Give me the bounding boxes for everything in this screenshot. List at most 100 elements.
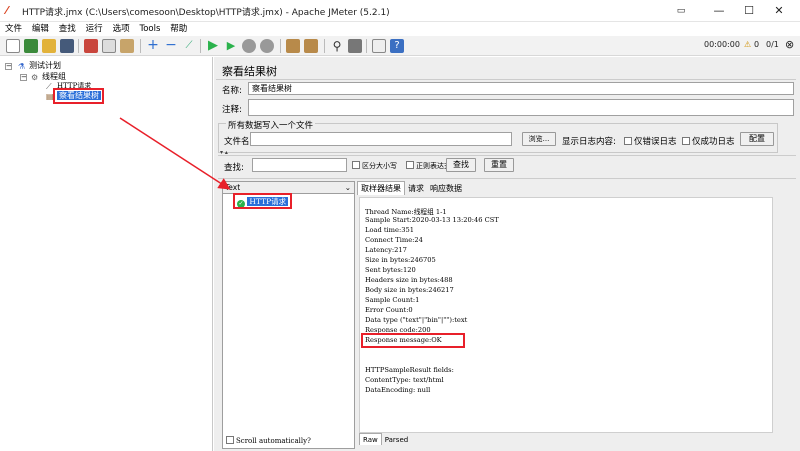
minimize-button[interactable]: — xyxy=(708,3,730,19)
start-no-pause-icon[interactable]: ▶ xyxy=(224,39,238,53)
configure-button[interactable]: 配置 xyxy=(740,132,774,146)
collapse-root-toggle[interactable]: − xyxy=(5,63,12,70)
cut-icon[interactable] xyxy=(84,39,98,53)
result-line: HTTPSampleResult fields: xyxy=(365,366,454,374)
result-line: Error Count:0 xyxy=(365,306,413,314)
thread-count: 0/1 xyxy=(766,40,779,49)
search-input[interactable] xyxy=(252,158,347,172)
reset-button[interactable]: 重置 xyxy=(484,158,514,172)
jmeter-feather-icon: ⁄ xyxy=(6,4,8,17)
stop-icon[interactable] xyxy=(242,39,256,53)
menu-tools[interactable]: Tools xyxy=(139,22,160,36)
comment-field[interactable] xyxy=(248,99,794,116)
filename-label: 文件名 xyxy=(224,137,250,147)
collapse-icon[interactable]: − xyxy=(164,38,178,53)
clear-icon[interactable] xyxy=(286,39,300,53)
success-only-checkbox[interactable] xyxy=(682,137,690,145)
find-button[interactable]: 查找 xyxy=(446,158,476,172)
result-line: Sent bytes:120 xyxy=(365,266,416,274)
tab-parsed[interactable]: Parsed xyxy=(382,434,411,446)
templates-icon[interactable] xyxy=(24,39,38,53)
result-line: Connect Time:24 xyxy=(365,236,423,244)
copy-icon[interactable] xyxy=(102,39,116,53)
result-line: Latency:217 xyxy=(365,246,407,254)
tab-raw[interactable]: Raw xyxy=(359,433,382,445)
flask-icon: ⚗ xyxy=(18,62,26,71)
maximize-button[interactable]: ☐ xyxy=(738,3,760,19)
start-icon[interactable]: ▶ xyxy=(206,39,220,53)
result-line: Headers size in bytes:488 xyxy=(365,276,453,284)
tab-request[interactable]: 请求 xyxy=(405,182,427,196)
open-icon[interactable] xyxy=(42,39,56,53)
errors-only-checkbox[interactable] xyxy=(624,137,632,145)
tab-response-data[interactable]: 响应数据 xyxy=(427,182,465,196)
new-icon[interactable] xyxy=(6,39,20,53)
search-icon[interactable]: ⚲ xyxy=(330,39,344,53)
regex-checkbox[interactable] xyxy=(406,161,414,169)
function-helper-icon[interactable] xyxy=(372,39,386,53)
tab-sampler-result[interactable]: 取样器结果 xyxy=(357,181,405,195)
save-icon[interactable] xyxy=(60,39,74,53)
filename-field[interactable] xyxy=(250,132,512,146)
name-field[interactable]: 察看结果树 xyxy=(248,82,794,95)
menu-run[interactable]: 运行 xyxy=(86,22,103,36)
menu-options[interactable]: 选项 xyxy=(113,22,130,36)
menu-help[interactable]: 帮助 xyxy=(170,22,187,36)
regex-option[interactable]: 正则表达式 xyxy=(406,161,451,171)
elapsed-timer: 00:00:00 xyxy=(704,40,740,49)
errors-only-label: 仅错误日志 xyxy=(634,137,677,147)
scroll-auto-checkbox[interactable] xyxy=(226,436,234,444)
expand-icon[interactable]: + xyxy=(146,38,160,53)
toolbar: + − ⟋ ▶ ▶ ⚲ ? 00:00:00 ⚠ 0 0/1 ⊗ xyxy=(0,36,800,56)
warning-icon[interactable]: ⚠ xyxy=(744,40,751,49)
detail-tabs: 取样器结果 请求 响应数据 xyxy=(357,181,465,195)
errors-only-option[interactable]: 仅错误日志 xyxy=(624,135,677,147)
panel-title: 察看结果树 xyxy=(222,65,277,78)
case-sensitive-checkbox[interactable] xyxy=(352,161,360,169)
result-line: DataEncoding: null xyxy=(365,386,431,394)
menu-file[interactable]: 文件 xyxy=(5,22,22,36)
window-title: HTTP请求.jmx (C:\Users\comesoon\Desktop\HT… xyxy=(22,8,390,18)
log-content-label: 显示日志内容: xyxy=(562,137,616,147)
toggle-icon[interactable]: ⟋ xyxy=(182,39,196,53)
renderer-value: Text xyxy=(225,183,241,192)
annotation-box-sample xyxy=(233,193,292,209)
close-button[interactable]: ✕ xyxy=(768,3,790,19)
file-group-title: 所有数据写入一个文件 xyxy=(226,119,316,131)
shutdown-icon[interactable] xyxy=(260,39,274,53)
success-only-label: 仅成功日志 xyxy=(692,137,735,147)
case-sensitive-option[interactable]: 区分大小写 xyxy=(352,161,397,171)
comment-label: 注释: xyxy=(222,105,242,115)
reset-search-icon[interactable] xyxy=(348,39,362,53)
warning-count: 0 xyxy=(754,40,760,49)
menu-search[interactable]: 查找 xyxy=(59,22,76,36)
case-sensitive-label: 区分大小写 xyxy=(362,162,397,170)
splitter-handle[interactable]: ▾ ▴ xyxy=(220,149,228,156)
name-label: 名称: xyxy=(222,86,242,96)
gear-icon: ⚙ xyxy=(31,73,39,82)
remote-status-icon: ⊗ xyxy=(785,38,795,51)
browse-button[interactable]: 浏览... xyxy=(522,132,556,146)
paste-icon[interactable] xyxy=(120,39,134,53)
sampler-result-text: Thread Name:线程组 1-1 Sample Start:2020-03… xyxy=(359,197,773,433)
scroll-auto-label: Scroll automatically? xyxy=(236,437,311,445)
restore-size-icon[interactable]: ▭ xyxy=(670,3,692,19)
result-line: Sample Count:1 xyxy=(365,296,420,304)
help-icon[interactable]: ? xyxy=(390,39,404,53)
clear-all-icon[interactable] xyxy=(304,39,318,53)
menu-bar: 文件 编辑 查找 运行 选项 Tools 帮助 xyxy=(0,22,800,36)
title-bar: ⁄ HTTP请求.jmx (C:\Users\comesoon\Desktop\… xyxy=(0,0,800,22)
menu-edit[interactable]: 编辑 xyxy=(32,22,49,36)
result-line: Data type ("text"|"bin"|""):text xyxy=(365,316,468,324)
sample-detail-panel: 取样器结果 请求 响应数据 Thread Name:线程组 1-1 Sample S… xyxy=(357,181,775,449)
test-plan-label: 测试计划 xyxy=(29,61,61,70)
result-line: Load time:351 xyxy=(365,226,415,234)
collapse-thread-group-toggle[interactable]: − xyxy=(20,74,27,81)
chevron-down-icon: ⌄ xyxy=(344,183,351,192)
test-plan-tree: − ⚗ 测试计划 − ⚙ 线程组 ⟋ HTTP请求 ▤ 察看结果树 xyxy=(0,57,213,451)
success-only-option[interactable]: 仅成功日志 xyxy=(682,135,735,147)
search-label: 查找: xyxy=(224,163,244,173)
result-line: ContentType: text/html xyxy=(365,376,444,384)
result-line: Size in bytes:246705 xyxy=(365,256,436,264)
scroll-auto-option[interactable]: Scroll automatically? xyxy=(226,436,311,445)
